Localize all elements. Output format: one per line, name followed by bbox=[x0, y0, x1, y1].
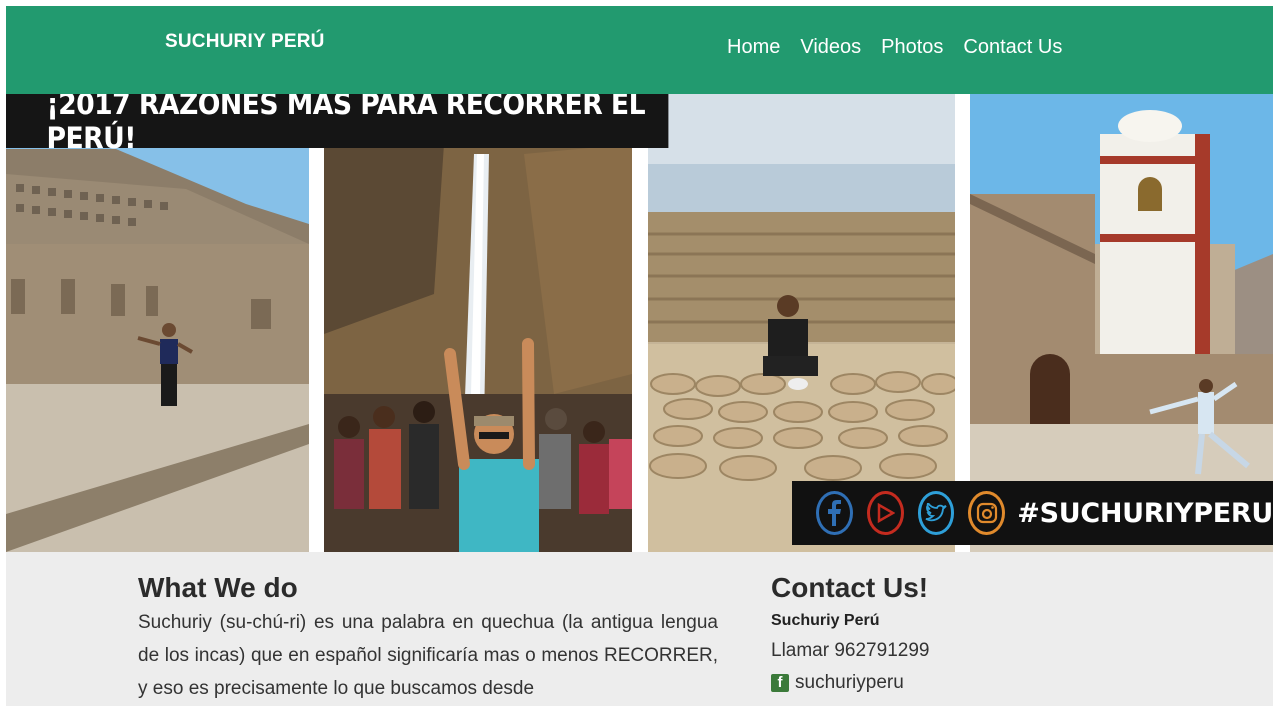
social-bar: #SUCHURIYPERU bbox=[792, 481, 1273, 545]
nav-contact-link[interactable]: Contact Us bbox=[963, 36, 1062, 59]
top-navbar: SUCHURIY PERÚ Home Videos Photos Contact… bbox=[6, 6, 1273, 94]
facebook-square-icon: f bbox=[771, 674, 789, 692]
main-nav: Home Videos Photos Contact Us bbox=[727, 36, 1062, 59]
nav-photos-link[interactable]: Photos bbox=[881, 36, 943, 59]
page-frame: SUCHURIY PERÚ Home Videos Photos Contact… bbox=[6, 6, 1273, 706]
site-brand[interactable]: SUCHURIY PERÚ bbox=[165, 31, 325, 53]
instagram-icon[interactable] bbox=[968, 491, 1006, 535]
hashtag-label: #SUCHURIYPERU bbox=[1017, 497, 1273, 529]
photo-adobe-ruins bbox=[6, 94, 309, 552]
what-we-do-section: What We do Suchuriy (su-chú-ri) es una p… bbox=[138, 572, 718, 705]
contact-title: Contact Us! bbox=[771, 572, 929, 603]
youtube-icon[interactable] bbox=[866, 491, 904, 535]
contact-section: Contact Us! Suchuriy Perú Llamar 9627912… bbox=[771, 572, 1071, 694]
contact-name: Suchuriy Perú bbox=[771, 612, 880, 629]
nav-videos-link[interactable]: Videos bbox=[800, 36, 861, 59]
content-section: What We do Suchuriy (su-chú-ri) es una p… bbox=[6, 552, 1273, 706]
facebook-icon[interactable] bbox=[816, 491, 853, 535]
hero-banner-title: ¡2017 RAZONES MÁS PARA RECORRER EL PERÚ! bbox=[6, 94, 669, 155]
contact-phone[interactable]: Llamar 962791299 bbox=[771, 640, 1071, 662]
twitter-icon[interactable] bbox=[917, 491, 955, 535]
contact-facebook-label: suchuriyperu bbox=[795, 672, 904, 693]
photo-waterfall-hikers bbox=[324, 94, 632, 552]
nav-home-link[interactable]: Home bbox=[727, 36, 780, 59]
what-we-do-body: Suchuriy (su-chú-ri) es una palabra en q… bbox=[138, 612, 718, 699]
what-we-do-title: What We do bbox=[138, 572, 298, 603]
hero-collage: ¡2017 RAZONES MÁS PARA RECORRER EL PERÚ!… bbox=[6, 94, 1273, 552]
contact-facebook-link[interactable]: f suchuriyperu bbox=[771, 672, 1071, 694]
